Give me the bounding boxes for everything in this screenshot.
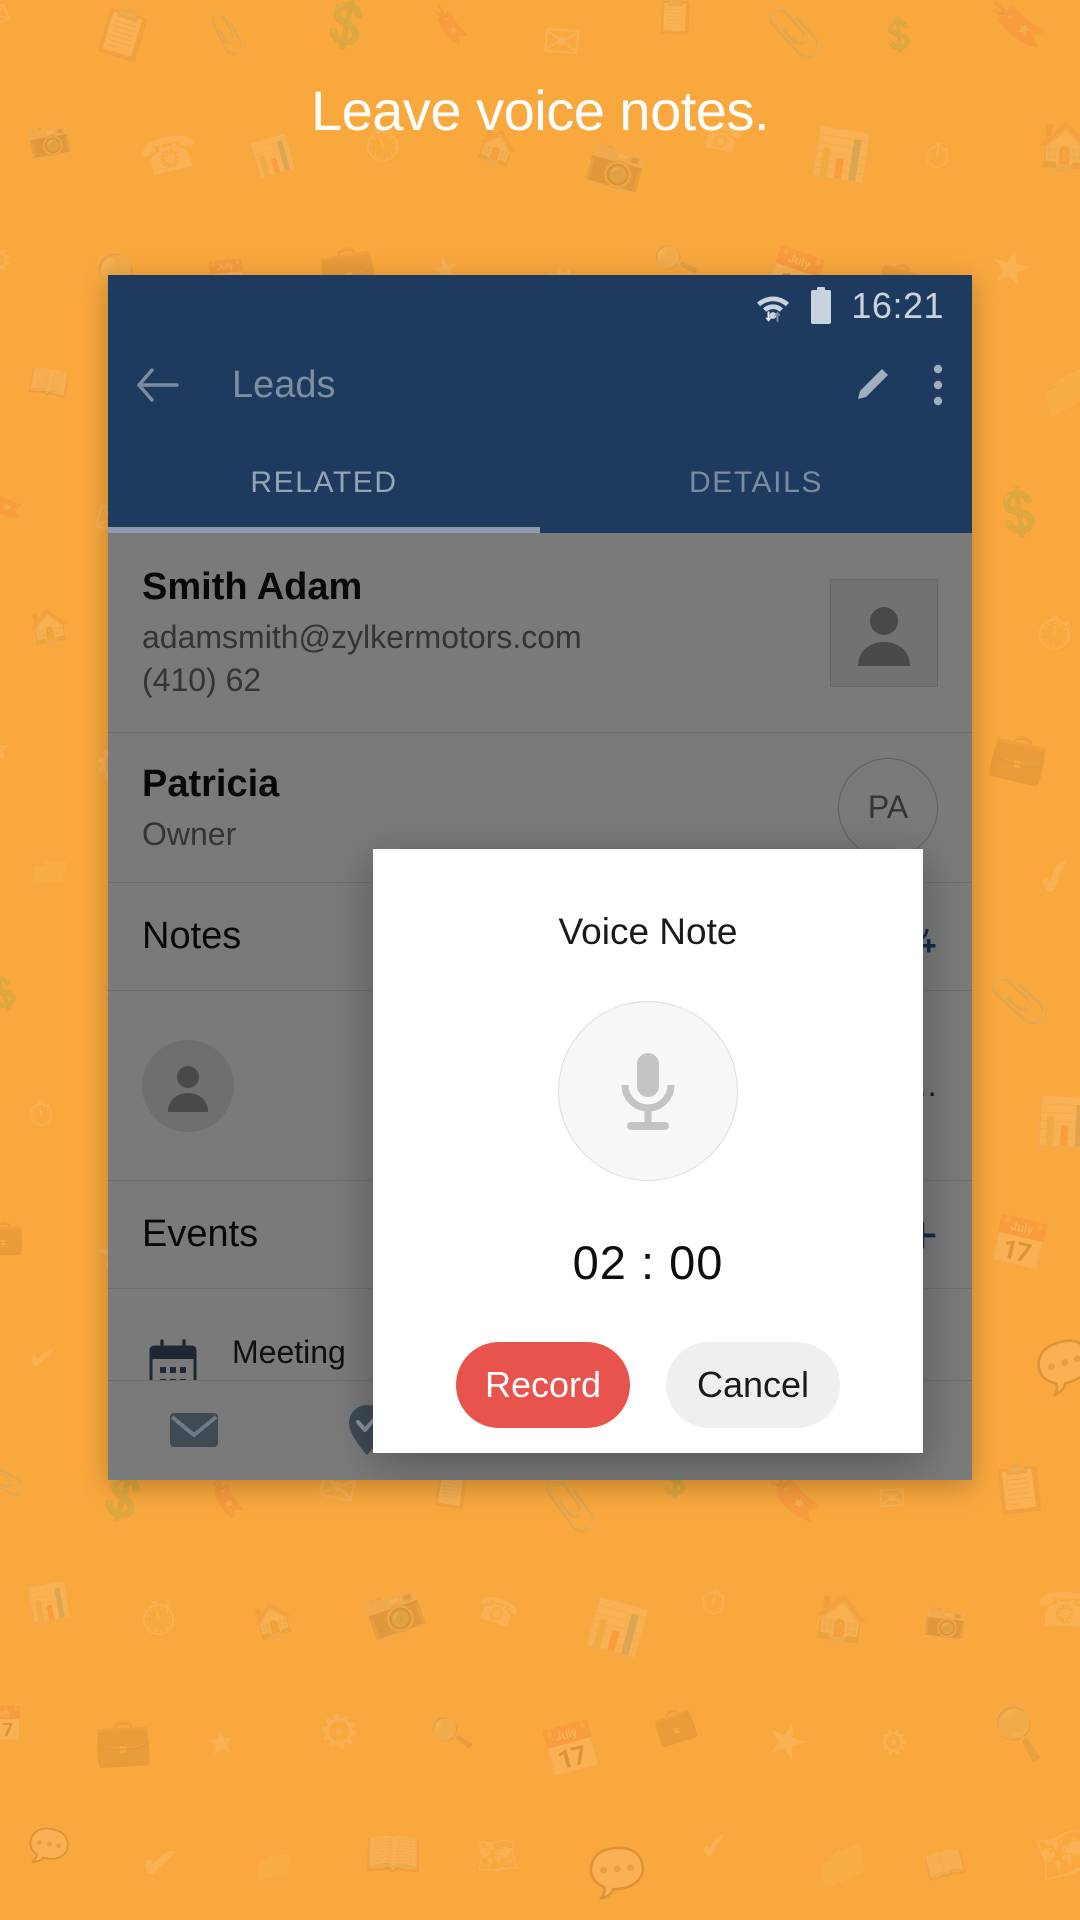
phone-mockup: 16:21 Leads RELATED DETAILS Voice Note 0… — [108, 275, 972, 1480]
tab-details[interactable]: DETAILS — [540, 433, 972, 533]
arrow-left-icon[interactable] — [136, 368, 180, 402]
battery-full-icon — [809, 287, 833, 325]
dialog-title: Voice Note — [558, 911, 738, 952]
app-toolbar: Leads — [108, 337, 972, 433]
tab-related[interactable]: RELATED — [108, 433, 540, 533]
microphone-icon[interactable] — [558, 1001, 738, 1181]
more-vertical-icon[interactable] — [932, 363, 944, 407]
page-headline: Leave voice notes. — [311, 79, 769, 142]
wifi-icon — [755, 289, 791, 323]
cancel-button[interactable]: Cancel — [666, 1342, 840, 1428]
page-title: Leads — [232, 363, 336, 406]
status-bar: 16:21 — [108, 275, 972, 337]
record-button[interactable]: Record — [456, 1342, 630, 1428]
email-icon[interactable] — [108, 1409, 281, 1451]
status-bar-time: 16:21 — [851, 285, 944, 326]
recording-timer: 02 : 00 — [572, 1236, 724, 1289]
pencil-icon[interactable] — [852, 365, 892, 405]
dialog-button-row: Record Cancel — [456, 1342, 840, 1428]
voice-note-dialog: Voice Note 02 : 00 Record Cancel — [373, 849, 923, 1453]
tab-bar: RELATED DETAILS — [108, 433, 972, 533]
